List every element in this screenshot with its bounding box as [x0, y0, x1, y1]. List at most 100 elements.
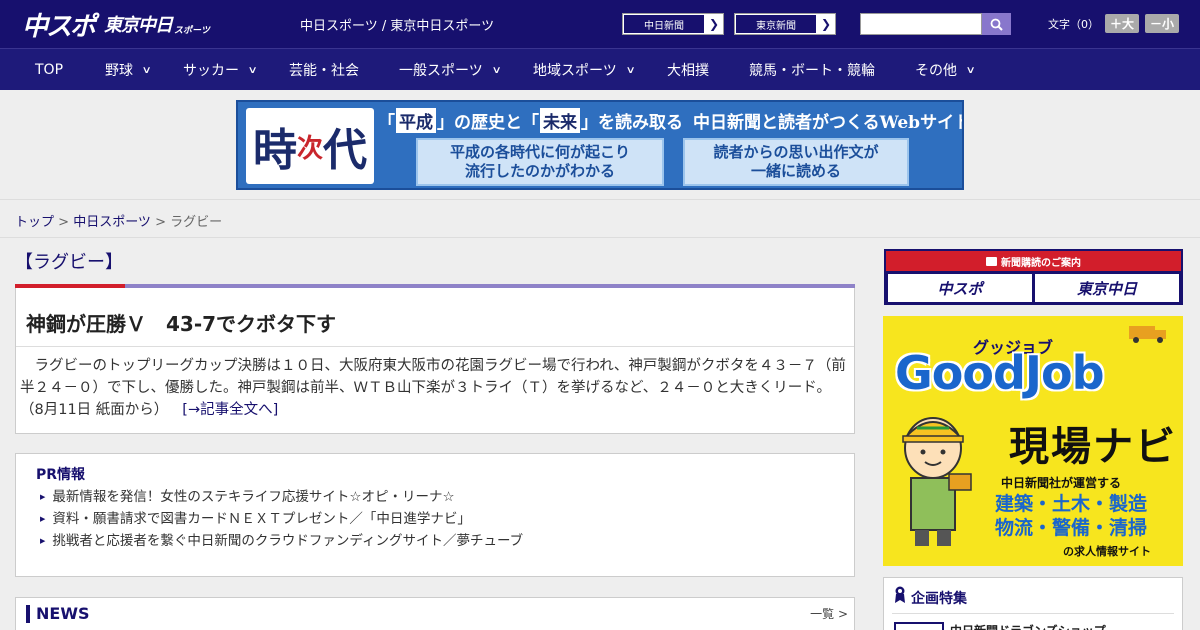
read-more-link[interactable]: [→記事全文へ] — [182, 402, 278, 418]
banner-headline-mark: 平成 — [396, 107, 436, 133]
feature-heading: 企画特集 — [911, 591, 967, 607]
nav-label: 大相撲 — [667, 63, 709, 79]
chevron-down-icon: ∨ — [247, 64, 258, 76]
paper-link-label: 東京新聞 — [735, 14, 817, 34]
nav-item-other[interactable]: その他 ∨ — [915, 49, 976, 91]
feature-divider — [892, 613, 1174, 614]
pr-item-text: 資料・願書請求で図書カードＮＥＸＴプレゼント／「中日進学ナビ」 — [52, 511, 471, 527]
nav-label: 芸能・社会 — [289, 63, 359, 79]
breadcrumb-section[interactable]: 中日スポーツ — [73, 215, 151, 230]
banner-box-line: 平成の各時代に何が起こり — [449, 143, 630, 161]
news-heading-bar — [26, 605, 30, 623]
article-title: 神鋼が圧勝Ｖ 43-7でクボタ下す — [16, 288, 854, 347]
chevron-down-icon: ∨ — [491, 64, 502, 76]
subscription-buttons: 中スポ 東京中日 — [886, 271, 1181, 305]
goodjob-navi: 現場ナビ — [1009, 424, 1177, 470]
article-body: ラグビーのトップリーグカップ決勝は１０日、大阪府東大阪市の花園ラグビー場で行われ… — [16, 347, 854, 421]
category-title: 【ラグビー】 — [15, 252, 123, 273]
chevron-right-icon: ❯ — [708, 17, 720, 31]
chevron-down-icon: ∨ — [965, 64, 976, 76]
banner-headline: 「平成 」の歴史と「 未来 」を読み取る 中日新聞と読者がつくるWebサイト — [378, 106, 962, 134]
search-button[interactable] — [982, 13, 1011, 35]
nav-item-local-sports[interactable]: 地域スポーツ ∨ — [533, 49, 636, 91]
banner-headline-part: 」の歴史と「 — [437, 112, 539, 133]
site-logo[interactable]: 中スポ 東京中日 スポーツ — [22, 6, 210, 42]
article-text: ラグビーのトップリーグカップ決勝は１０日、大阪府東大阪市の花園ラグビー場で行われ… — [20, 358, 846, 418]
subscription-label: 新聞購読のご案内 — [1001, 257, 1081, 269]
pr-item-text: 最新情報を発信！女性のステキライフ応援サイト☆オピ・リーナ☆ — [52, 489, 455, 505]
chevron-right-icon: ❯ — [820, 17, 832, 31]
banner-headline-part: 」を読み取る — [581, 112, 683, 133]
nav-item-baseball[interactable]: 野球 ∨ — [105, 49, 152, 91]
nav-item-general-sports[interactable]: 一般スポーツ ∨ — [399, 49, 502, 91]
banner-headline-part: 中日新聞と読者がつくるWebサイト — [693, 112, 964, 133]
font-larger-button[interactable]: ＋大 — [1105, 14, 1140, 33]
font-size-controls: 文字（0） ＋大 －小 — [1048, 14, 1180, 33]
news-more-link[interactable]: 一覧 > — [810, 605, 848, 622]
breadcrumb-current: ラグビー — [170, 215, 223, 230]
jijidai-logo: 時次代 — [246, 108, 374, 184]
ribbon-icon — [895, 586, 905, 603]
nav-item-sumo[interactable]: 大相撲 — [667, 49, 709, 91]
goodjob-operator: 中日新聞社が運営する — [1001, 476, 1122, 490]
subscribe-tokyo-chunichi-button[interactable]: 東京中日 — [1035, 274, 1179, 302]
shop-thumbnail[interactable] — [894, 622, 944, 630]
banner-box-line: 流行したのかがわかる — [464, 162, 615, 180]
nav-label: サッカー — [183, 63, 239, 79]
banner-logo-char: 次 — [296, 133, 323, 164]
banner-logo-char: 代 — [323, 125, 367, 176]
feature-section: 企画特集 中日新聞ドラゴンズショップ — [883, 577, 1183, 630]
banner-box-line: 一緒に読める — [750, 162, 841, 180]
goodjob-industries-line: 建築・土木・製造 — [995, 493, 1148, 515]
chunichi-shimbun-link[interactable]: 中日新聞 ❯ — [622, 13, 724, 35]
jijidai-banner[interactable]: 時次代 「平成 」の歴史と「 未来 」を読み取る 中日新聞と読者がつくるWebサイト 平… — [236, 100, 964, 190]
breadcrumb-home[interactable]: トップ — [15, 215, 54, 230]
logo-sports: スポーツ — [174, 25, 210, 36]
banner-box-history: 平成の各時代に何が起こり 流行したのかがわかる — [416, 138, 664, 186]
goodjob-tagline: の求人情報サイト — [1063, 545, 1151, 558]
font-smaller-button[interactable]: －小 — [1145, 14, 1180, 33]
search-icon — [990, 18, 1003, 31]
pr-info: PR情報 ▶ 最新情報を発信！女性のステキライフ応援サイト☆オピ・リーナ☆ ▶ 資料… — [15, 453, 855, 577]
subscription-header: 新聞購読のご案内 — [886, 251, 1181, 271]
subscribe-chuspo-button[interactable]: 中スポ — [888, 274, 1032, 302]
nav-item-racing[interactable]: 競馬・ボート・競輪 — [749, 49, 875, 91]
site-name: 中日スポーツ / 東京中日スポーツ — [300, 19, 495, 34]
pr-item[interactable]: ▶ 挑戦者と応援者を繋ぐ中日新聞のクラウドファンディングサイト／夢チューブ — [40, 530, 854, 552]
site-search — [860, 13, 1011, 35]
goodjob-ad[interactable]: グッジョブ GoodJob 現場ナビ 中日新聞社が運営する 建築・土木・製造 物… — [883, 316, 1183, 566]
breadcrumb-sep: > — [150, 215, 171, 230]
search-input[interactable] — [860, 13, 982, 35]
goodjob-industries-line: 物流・警備・清掃 — [995, 517, 1148, 539]
font-size-label: 文字（0） — [1048, 17, 1099, 31]
pr-heading: PR情報 — [36, 467, 86, 483]
chevron-down-icon: ∨ — [625, 64, 636, 76]
nav-item-entertainment[interactable]: 芸能・社会 — [289, 49, 359, 91]
newspaper-icon — [986, 256, 997, 266]
nav-label: TOP — [35, 62, 64, 78]
pr-item[interactable]: ▶ 最新情報を発信！女性のステキライフ応援サイト☆オピ・リーナ☆ — [40, 486, 854, 508]
banner-headline-mark: 未来 — [540, 107, 580, 133]
worker-illustration-icon — [902, 417, 972, 546]
banner-logo-char: 時 — [252, 125, 297, 176]
goodjob-title: GoodJob — [895, 346, 1105, 400]
feature-item-link[interactable]: 中日新聞ドラゴンズショップ — [950, 622, 1106, 630]
main-nav: TOP 野球 ∨ サッカー ∨ 芸能・社会 一般スポーツ ∨ 地域スポーツ ∨ 大相撲 … — [0, 48, 1200, 90]
nav-label: 地域スポーツ — [533, 63, 617, 79]
paper-link-label: 中日新聞 — [623, 14, 705, 34]
news-section: NEWS 一覧 > — [15, 597, 855, 630]
truck-icon — [1129, 326, 1166, 343]
banner-headline-part: 「 — [378, 112, 395, 133]
nav-label: 野球 — [105, 63, 133, 79]
banner-box-essays: 読者からの思い出作文が 一緒に読める — [683, 138, 909, 186]
pr-item[interactable]: ▶ 資料・願書請求で図書カードＮＥＸＴプレゼント／「中日進学ナビ」 — [40, 508, 854, 530]
breadcrumb-sep: > — [54, 215, 74, 230]
banner-box-line: 読者からの思い出作文が — [713, 143, 879, 161]
breadcrumb: トップ > 中日スポーツ > ラグビー — [0, 200, 1200, 238]
nav-item-top[interactable]: TOP — [35, 49, 63, 91]
nav-label: 競馬・ボート・競輪 — [749, 63, 875, 79]
site-header: 中スポ 東京中日 スポーツ 中日スポーツ / 東京中日スポーツ 中日新聞 ❯ 東… — [0, 0, 1200, 48]
tokyo-shimbun-link[interactable]: 東京新聞 ❯ — [734, 13, 836, 35]
nav-item-soccer[interactable]: サッカー ∨ — [183, 49, 258, 91]
news-heading: NEWS — [36, 604, 90, 623]
